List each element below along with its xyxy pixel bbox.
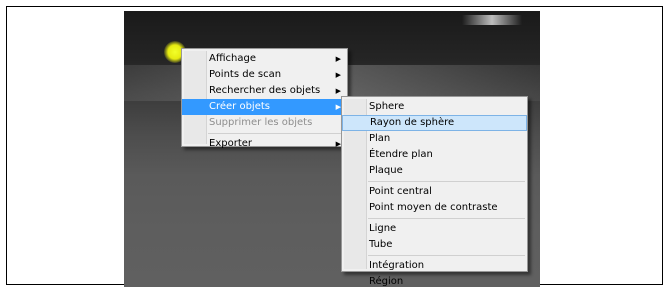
menu-item-label: Intégration xyxy=(369,260,425,271)
creer-objets-submenu: Sphere Rayon de sphère Plan Étendre plan… xyxy=(341,96,528,287)
menu-item-exporter[interactable]: Exporter ▶ xyxy=(182,136,347,152)
submenu-item-plaque[interactable]: Plaque xyxy=(342,163,527,179)
submenu-item-sphere[interactable]: Sphere xyxy=(342,99,527,115)
submenu-item-region[interactable]: Région xyxy=(342,274,527,290)
menu-item-label: Supprimer les objets xyxy=(209,117,313,128)
menu-item-label: Affichage xyxy=(209,53,256,64)
menu-item-label: Exporter xyxy=(209,138,252,149)
menu-item-label: Tube xyxy=(369,239,393,250)
menu-item-label: Étendre plan xyxy=(369,149,433,160)
menu-item-label: Points de scan xyxy=(209,69,282,80)
menu-item-label: Créer objets xyxy=(209,101,270,112)
menu-item-label: Rechercher des objets xyxy=(209,85,321,96)
submenu-item-point-central[interactable]: Point central xyxy=(342,184,527,200)
menu-item-creer-objets[interactable]: Créer objets ▶ xyxy=(182,99,347,115)
menu-item-label: Sphere xyxy=(369,101,405,112)
context-menu: Affichage ▶ Points de scan ▶ Rechercher … xyxy=(181,48,348,149)
menu-separator xyxy=(368,218,525,219)
menu-item-rechercher-objets[interactable]: Rechercher des objets ▶ xyxy=(182,83,347,99)
submenu-arrow-icon: ▶ xyxy=(335,71,341,79)
menu-separator xyxy=(368,181,525,182)
scan-glare xyxy=(462,15,522,25)
submenu-arrow-icon: ▶ xyxy=(335,55,341,63)
submenu-item-ligne[interactable]: Ligne xyxy=(342,221,527,237)
submenu-item-tube[interactable]: Tube xyxy=(342,237,527,253)
menu-separator xyxy=(368,255,525,256)
menu-item-supprimer-objets: Supprimer les objets xyxy=(182,115,347,131)
submenu-item-point-moyen-contraste[interactable]: Point moyen de contraste xyxy=(342,200,527,216)
submenu-item-integration[interactable]: Intégration xyxy=(342,258,527,274)
submenu-item-etendre-plan[interactable]: Étendre plan xyxy=(342,147,527,163)
menu-item-label: Rayon de sphère xyxy=(370,117,455,128)
menu-separator xyxy=(208,133,345,134)
menu-item-label: Plaque xyxy=(369,165,403,176)
menu-item-points-de-scan[interactable]: Points de scan ▶ xyxy=(182,67,347,83)
menu-item-label: Plan xyxy=(369,133,391,144)
menu-item-label: Point central xyxy=(369,186,432,197)
submenu-item-plan[interactable]: Plan xyxy=(342,131,527,147)
submenu-item-rayon-de-sphere[interactable]: Rayon de sphère xyxy=(342,115,527,131)
menu-item-label: Région xyxy=(369,276,404,287)
menu-item-label: Ligne xyxy=(369,223,397,234)
menu-item-label: Point moyen de contraste xyxy=(369,202,498,213)
menu-item-affichage[interactable]: Affichage ▶ xyxy=(182,51,347,67)
